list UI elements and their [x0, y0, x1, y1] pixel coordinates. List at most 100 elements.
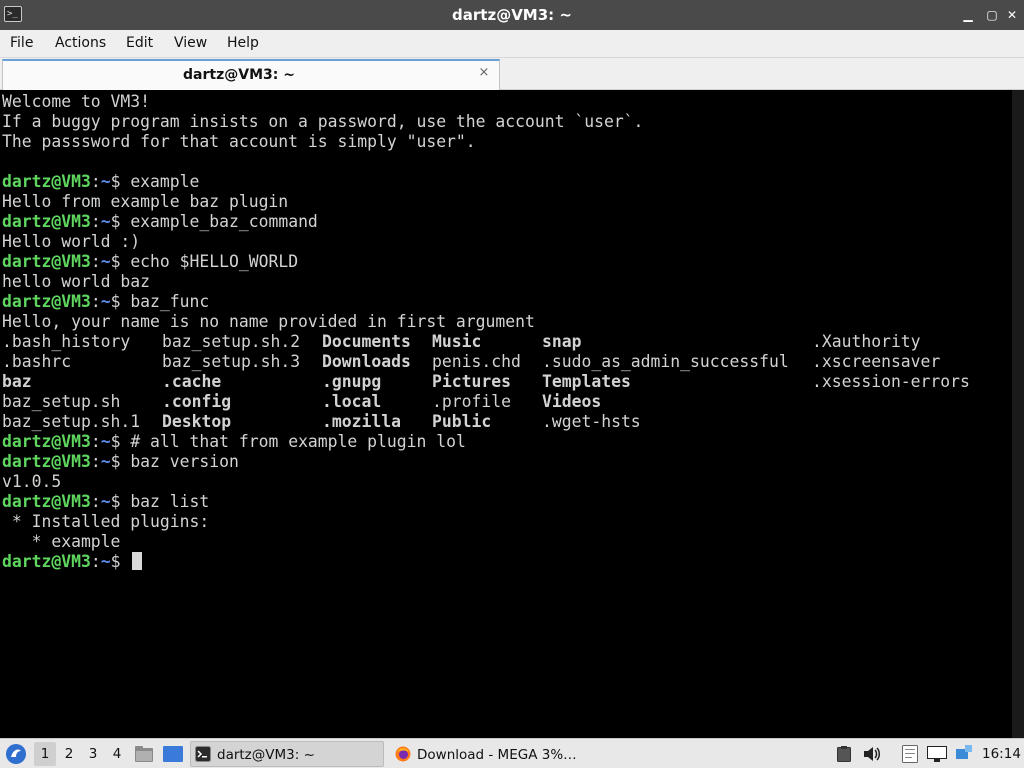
ls-entry: baz_setup.sh.1	[2, 412, 141, 431]
terminal-line: * Installed plugins:	[2, 512, 210, 531]
volume-icon[interactable]	[862, 739, 882, 768]
ls-entry: .xsession-errors	[812, 372, 970, 391]
ls-entry: .cache	[162, 372, 222, 391]
prompt-user: dartz@VM3	[2, 172, 91, 191]
ls-entry: Downloads	[322, 352, 411, 371]
ls-entry: .bashrc	[2, 352, 72, 371]
command-text: example	[130, 172, 200, 191]
command-text: echo $HELLO_WORLD	[130, 252, 299, 271]
ls-entry: penis.chd	[432, 352, 521, 371]
workspace-3[interactable]: 3	[82, 739, 104, 768]
tab-label: dartz@VM3: ~	[183, 67, 295, 83]
terminal-line: Hello, your name is no name provided in …	[2, 312, 535, 331]
firefox-icon	[395, 746, 411, 762]
prompt-line: dartz@VM3:~$ # all that from example plu…	[2, 432, 466, 452]
ls-entry: .xscreensaver	[812, 352, 941, 371]
ls-entry: .local	[322, 392, 382, 411]
task-terminal[interactable]: dartz@VM3: ~	[190, 741, 384, 767]
tab-terminal[interactable]: dartz@VM3: ~ ×	[2, 59, 500, 90]
command-text: # all that from example plugin lol	[130, 432, 466, 451]
command-text: baz version	[130, 452, 239, 471]
prompt-line: dartz@VM3:~$ baz_func	[2, 292, 209, 312]
menu-edit[interactable]: Edit	[126, 30, 153, 58]
task-firefox-label: Download - MEGA 3%…	[417, 747, 577, 763]
menu-view[interactable]: View	[174, 30, 207, 58]
start-menu-icon[interactable]	[4, 739, 28, 768]
menu-bar: File Actions Edit View Help	[0, 30, 1024, 58]
ls-entry: Desktop	[162, 412, 232, 431]
menu-actions[interactable]: Actions	[55, 30, 106, 58]
prompt-user: dartz@VM3	[2, 212, 91, 231]
prompt-path: ~	[100, 492, 111, 511]
terminal-scrollbar[interactable]	[1012, 90, 1024, 738]
prompt-dollar: $	[110, 432, 131, 451]
ls-entry: .wget-hsts	[542, 412, 641, 431]
prompt-dollar: $	[110, 492, 131, 511]
prompt-line: dartz@VM3:~$ example	[2, 172, 199, 192]
ls-entry: Public	[432, 412, 492, 431]
prompt-dollar: $	[110, 172, 131, 191]
display-icon[interactable]	[926, 739, 948, 768]
maximize-button[interactable]: ▢	[984, 7, 1000, 23]
terminal-line: * example	[2, 532, 121, 551]
command-text: baz list	[130, 492, 210, 511]
prompt-separator: :	[90, 492, 101, 511]
ls-entry: baz_setup.sh.2	[162, 332, 301, 351]
ls-entry: .gnupg	[322, 372, 382, 391]
prompt-dollar: $	[110, 552, 131, 571]
window-titlebar[interactable]: >_ dartz@VM3: ~ ▁ ▢ ✕	[0, 0, 1024, 30]
menu-help[interactable]: Help	[227, 30, 259, 58]
prompt-path: ~	[100, 452, 111, 471]
ls-entry: baz_setup.sh.3	[162, 352, 301, 371]
prompt-separator: :	[90, 252, 101, 271]
prompt-separator: :	[90, 292, 101, 311]
tab-bar: dartz@VM3: ~ ×	[0, 58, 1024, 90]
prompt-user: dartz@VM3	[2, 292, 91, 311]
prompt-user: dartz@VM3	[2, 432, 91, 451]
ls-entry: Music	[432, 332, 482, 351]
prompt-path: ~	[100, 432, 111, 451]
taskbar: 1 2 3 4 dartz@VM3: ~ Download - MEGA 3%…	[0, 738, 1024, 768]
workspace-4[interactable]: 4	[106, 739, 128, 768]
prompt-user: dartz@VM3	[2, 552, 91, 571]
notes-icon[interactable]	[900, 739, 920, 768]
ls-entry: .sudo_as_admin_successful	[542, 352, 789, 371]
ls-entry: Templates	[542, 372, 631, 391]
workspace-1[interactable]: 1	[34, 742, 56, 766]
prompt-separator: :	[90, 452, 101, 471]
prompt-dollar: $	[110, 252, 131, 271]
minimize-button[interactable]: ▁	[960, 7, 976, 23]
terminal-line: hello world baz	[2, 272, 151, 291]
prompt-dollar: $	[110, 212, 131, 231]
ls-entry: .profile	[432, 392, 511, 411]
ls-entry: Pictures	[432, 372, 511, 391]
ls-entry: baz_setup.sh	[2, 392, 121, 411]
prompt-line: dartz@VM3:~$ echo $HELLO_WORLD	[2, 252, 298, 272]
prompt-path: ~	[100, 172, 111, 191]
file-manager-icon[interactable]	[134, 739, 154, 768]
terminal-line: v1.0.5	[2, 472, 62, 491]
terminal-output[interactable]: Welcome to VM3! If a buggy program insis…	[0, 90, 1012, 738]
terminal-line: If a buggy program insists on a password…	[2, 112, 644, 131]
network-icon[interactable]	[954, 739, 974, 768]
tab-close-icon[interactable]: ×	[477, 66, 491, 80]
prompt-separator: :	[90, 432, 101, 451]
tray-clipboard-icon[interactable]	[834, 739, 854, 768]
prompt-line: dartz@VM3:~$ baz version	[2, 452, 239, 472]
menu-file[interactable]: File	[10, 30, 33, 58]
task-firefox[interactable]: Download - MEGA 3%…	[390, 741, 590, 767]
workspace-2[interactable]: 2	[58, 739, 80, 768]
prompt-path: ~	[100, 552, 111, 571]
task-terminal-label: dartz@VM3: ~	[217, 747, 315, 763]
show-desktop-icon[interactable]	[162, 739, 184, 768]
prompt-path: ~	[100, 212, 111, 231]
text-cursor	[132, 552, 142, 570]
prompt-separator: :	[90, 552, 101, 571]
prompt-separator: :	[90, 212, 101, 231]
close-window-button[interactable]: ✕	[1004, 7, 1020, 23]
terminal-line: Hello from example baz plugin	[2, 192, 289, 211]
clock[interactable]: 16:14	[982, 739, 1022, 768]
command-text: example_baz_command	[130, 212, 318, 231]
prompt-dollar: $	[110, 292, 131, 311]
prompt-line: dartz@VM3:~$ example_baz_command	[2, 212, 318, 232]
